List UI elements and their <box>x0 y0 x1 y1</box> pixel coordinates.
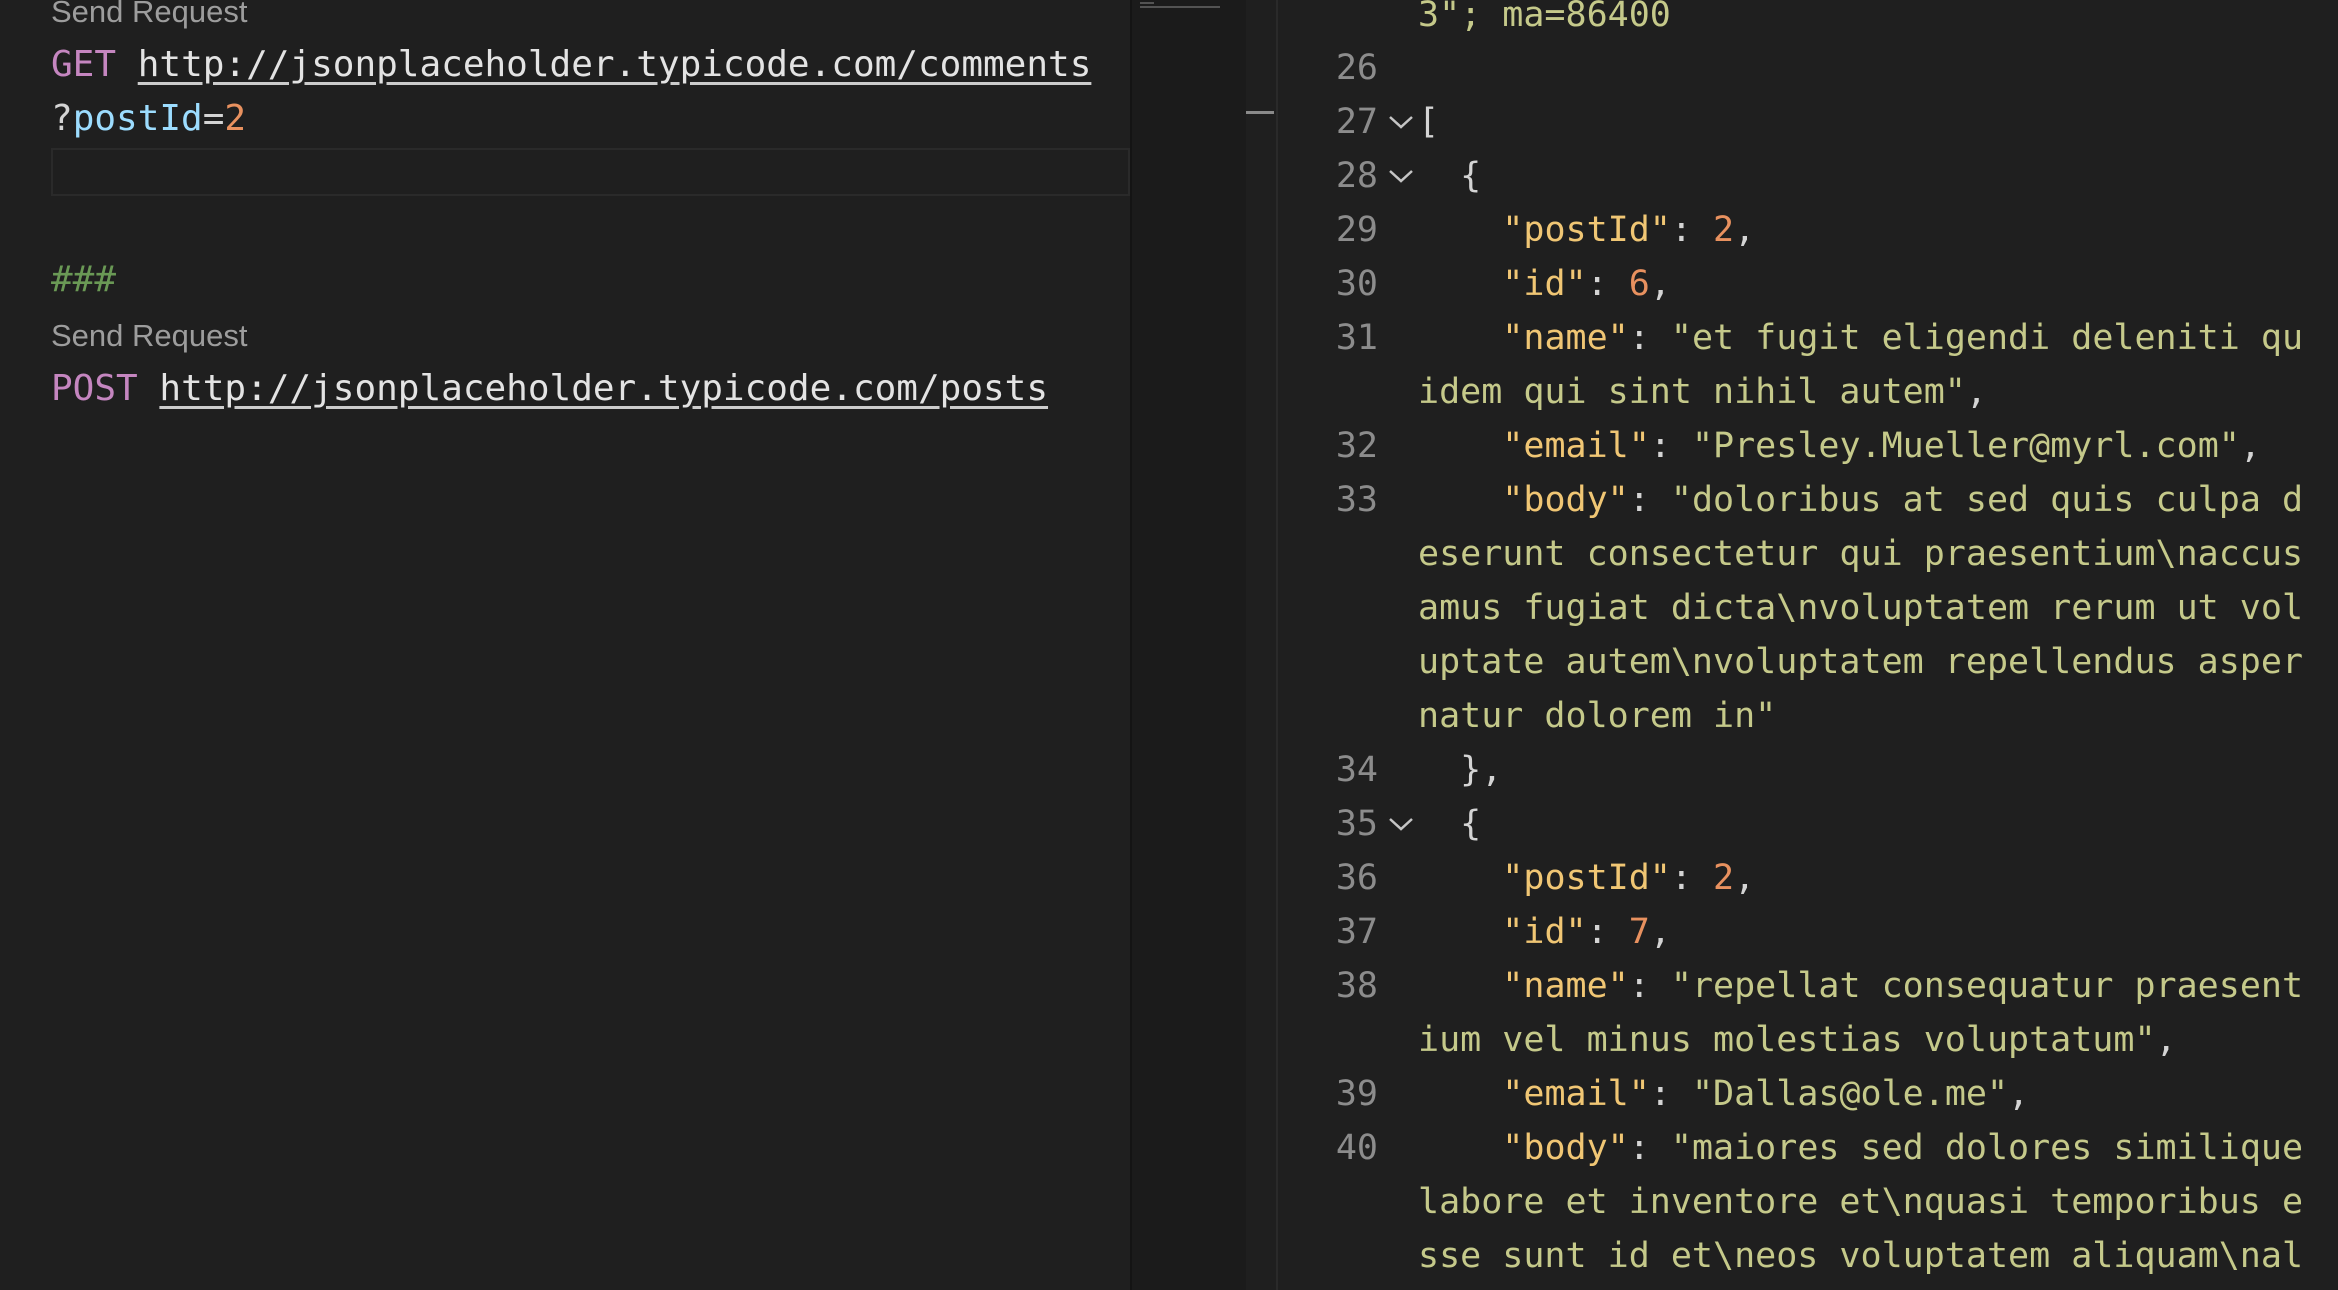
request-url-link[interactable]: http://jsonplaceholder.typicode.com/post… <box>159 368 1048 409</box>
json-key: "postId" <box>1502 210 1671 250</box>
line-number: 33 <box>1335 480 1378 520</box>
line-number: 40 <box>1335 1128 1378 1168</box>
request-url-link[interactable]: http://jsonplaceholder.typicode.com/comm… <box>138 44 1092 85</box>
line-number: 27 <box>1335 102 1378 142</box>
http-method: POST <box>51 368 138 409</box>
response-viewer[interactable]: 3"; ma=86400 26 27 [ 28 { 29 "postId": 2… <box>1278 0 2338 1290</box>
json-line: "postId": 2, <box>1502 210 1756 250</box>
line-number: 31 <box>1335 318 1378 358</box>
json-number: 7 <box>1628 912 1650 952</box>
json-line: }, <box>1418 750 1503 790</box>
json-string: ium vel minus molestias voluptatum" <box>1418 1020 2156 1060</box>
query-param: postId <box>72 98 203 139</box>
json-line-wrap: natur dolorem in" <box>1418 696 1777 736</box>
response-header-tail: 3"; ma=86400 <box>1418 0 1671 35</box>
json-line: { <box>1418 156 1482 196</box>
json-line: "id": 7, <box>1502 912 1671 952</box>
json-line-wrap: labore et inventore et\nquasi temporibus… <box>1418 1182 2304 1222</box>
json-key: "id" <box>1502 912 1587 952</box>
post-request-line[interactable]: POST http://jsonplaceholder.typicode.com… <box>51 362 1048 416</box>
line-number: 26 <box>1335 48 1378 88</box>
json-line-wrap: idem qui sint nihil autem", <box>1418 372 1987 412</box>
query-eq: = <box>202 98 225 139</box>
json-string: idem qui sint nihil autem" <box>1418 372 1966 412</box>
json-number: 6 <box>1628 264 1650 304</box>
json-line: "name": "et fugit eligendi deleniti qu <box>1502 318 2304 358</box>
json-string: "maiores sed dolores similique <box>1670 1128 2304 1168</box>
json-string: "Presley.Mueller@myrl.com" <box>1691 426 2240 466</box>
json-line-wrap: amus fugiat dicta\nvoluptatem rerum ut v… <box>1418 588 2304 628</box>
line-number: 38 <box>1335 966 1378 1006</box>
json-line: "id": 6, <box>1502 264 1671 304</box>
line-number: 39 <box>1335 1074 1378 1114</box>
json-key: "email" <box>1502 1074 1650 1114</box>
query-string-line[interactable]: ?postId=2 <box>51 92 246 146</box>
json-line: "email": "Presley.Mueller@myrl.com", <box>1502 426 2261 466</box>
json-line: { <box>1418 804 1482 844</box>
query-value: 2 <box>224 98 247 139</box>
json-line-wrap: uptate autem\nvoluptatem repellendus asp… <box>1418 642 2304 682</box>
vertical-scrollbar[interactable] <box>1246 0 1278 1290</box>
json-line: "email": "Dallas@ole.me", <box>1502 1074 2030 1114</box>
chevron-down-icon[interactable] <box>1386 95 1416 149</box>
current-line-highlight[interactable] <box>51 148 1130 196</box>
json-key: "body" <box>1502 1128 1629 1168</box>
json-key: "postId" <box>1502 858 1671 898</box>
json-key: "email" <box>1502 426 1650 466</box>
json-line: "postId": 2, <box>1502 858 1756 898</box>
json-key: "id" <box>1502 264 1587 304</box>
line-number: 28 <box>1335 156 1378 196</box>
chevron-down-icon[interactable] <box>1386 797 1416 851</box>
scrollbar-thumb[interactable] <box>1246 111 1274 114</box>
http-method: GET <box>51 44 117 85</box>
line-number: 30 <box>1335 264 1378 304</box>
json-key: "name" <box>1502 318 1629 358</box>
json-line-wrap: ium vel minus molestias voluptatum", <box>1418 1020 2177 1060</box>
send-request-codelens[interactable]: Send Request <box>51 0 247 32</box>
json-number: 2 <box>1713 210 1735 250</box>
json-line: "name": "repellat consequatur praesent <box>1502 966 2304 1006</box>
json-string: "et fugit eligendi deleniti qu <box>1670 318 2304 358</box>
minimap[interactable] <box>1130 0 1248 1290</box>
chevron-down-icon[interactable] <box>1386 149 1416 203</box>
line-number: 36 <box>1335 858 1378 898</box>
json-line-wrap: eserunt consectetur qui praesentium\nacc… <box>1418 534 2304 574</box>
json-string: "doloribus at sed quis culpa d <box>1670 480 2304 520</box>
json-line: [ <box>1418 102 1440 142</box>
json-line: "body": "maiores sed dolores similique <box>1502 1128 2304 1168</box>
get-request-line[interactable]: GET http://jsonplaceholder.typicode.com/… <box>51 38 1091 92</box>
send-request-codelens[interactable]: Send Request <box>51 316 247 356</box>
json-string: "Dallas@ole.me" <box>1691 1074 2009 1114</box>
line-number: 29 <box>1335 210 1378 250</box>
request-editor[interactable]: Send Request GET http://jsonplaceholder.… <box>0 0 1130 1290</box>
json-line-wrap: sse sunt id et\neos voluptatem aliquam\n… <box>1418 1236 2304 1276</box>
line-number: 35 <box>1335 804 1378 844</box>
json-number: 2 <box>1713 858 1735 898</box>
line-number: 32 <box>1335 426 1378 466</box>
line-number: 34 <box>1335 750 1378 790</box>
json-key: "body" <box>1502 480 1629 520</box>
json-key: "name" <box>1502 966 1629 1006</box>
line-number: 37 <box>1335 912 1378 952</box>
query-prefix: ? <box>51 98 73 139</box>
json-line: "body": "doloribus at sed quis culpa d <box>1502 480 2304 520</box>
json-string: "repellat consequatur praesent <box>1670 966 2304 1006</box>
request-separator: ### <box>51 259 117 300</box>
